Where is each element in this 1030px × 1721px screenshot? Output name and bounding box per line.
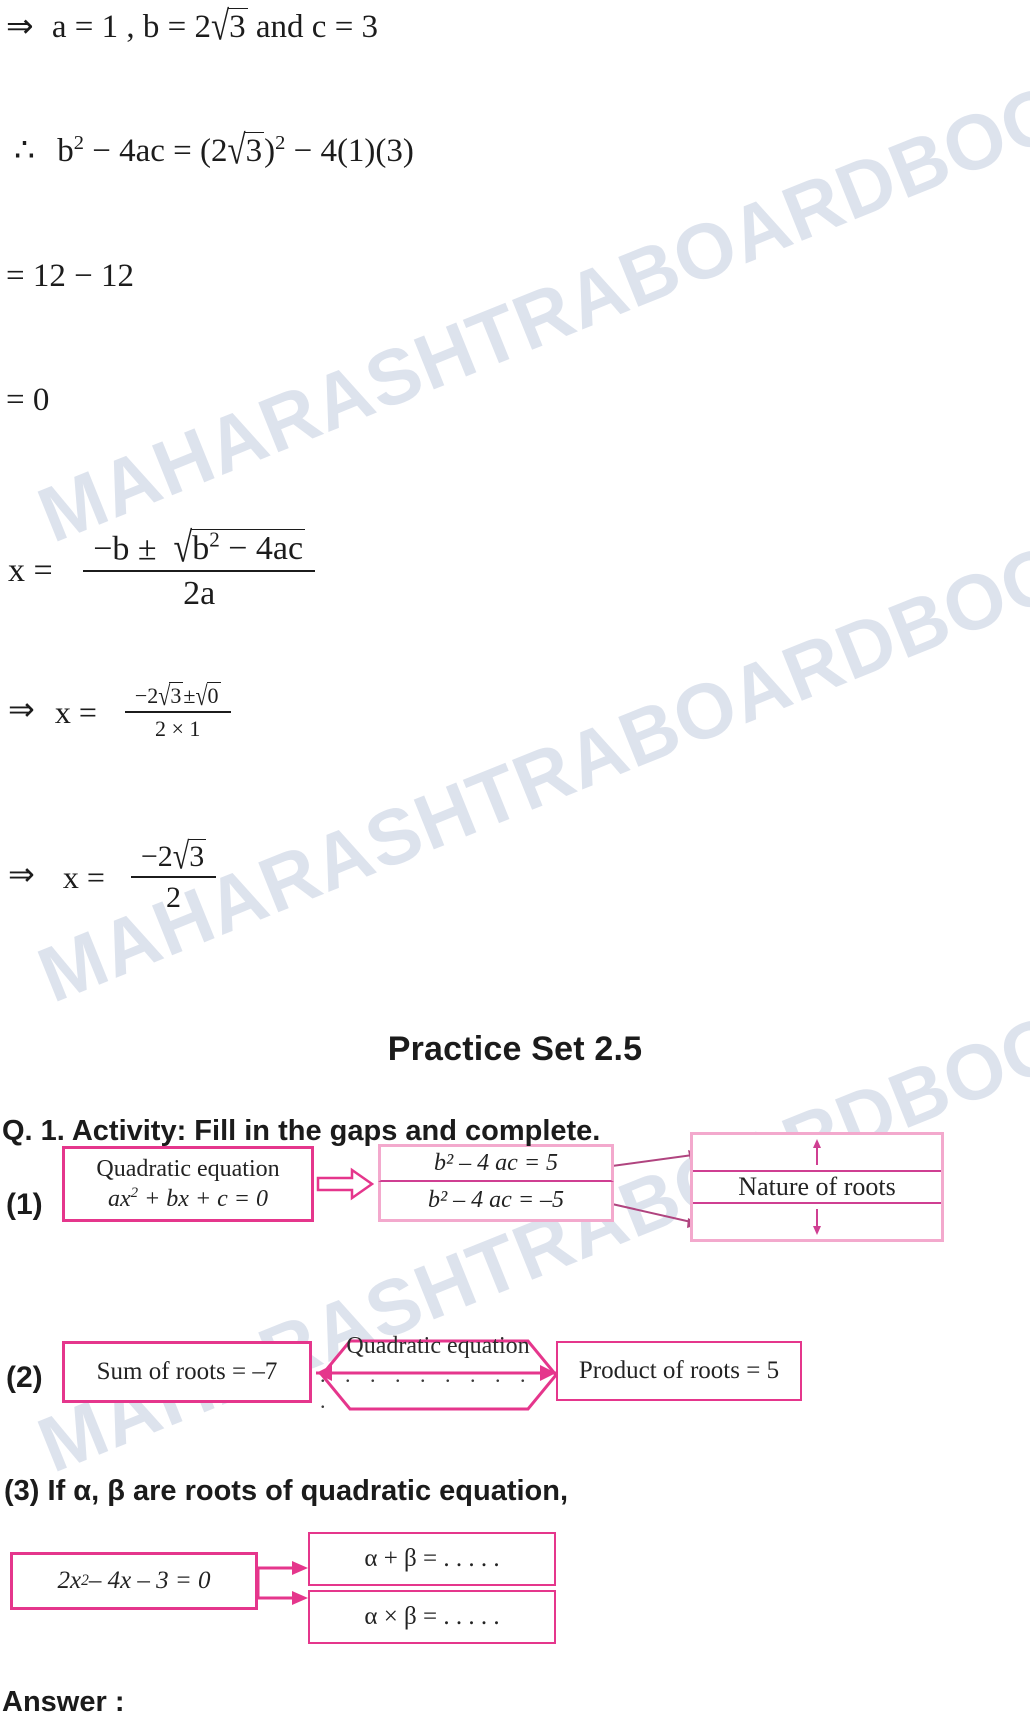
substituted-fraction: −2√3±√0 2 × 1 <box>124 680 231 742</box>
block-arrow-icon <box>316 1167 375 1201</box>
sqrt-group: √0 <box>195 680 221 711</box>
fraction-denominator: 2a <box>83 570 316 613</box>
implies-icon: ⇒ <box>6 9 34 45</box>
step2-tail2: − 4(1)(3) <box>285 133 414 169</box>
up-arrow-icon <box>813 1139 821 1166</box>
final-value: ⇒ x = −2√3 2 <box>8 836 217 915</box>
fraction-denominator: 2 <box>130 876 217 915</box>
discriminant-box-bottom[interactable]: b² – 4 ac = –5 <box>378 1182 614 1222</box>
sqrt-group: √3 <box>158 680 184 711</box>
sqrt-radicand: b2 − 4ac <box>191 528 306 568</box>
numerator-lead: −b ± <box>93 530 157 568</box>
nature-of-roots-cell-top <box>693 1135 941 1170</box>
nature-of-roots-label: Nature of roots <box>693 1169 941 1205</box>
fraction-numerator: −b ± √b2 − 4ac <box>83 526 315 572</box>
question-1-text: Q. 1. Activity: Fill in the gaps and com… <box>2 1115 601 1147</box>
nature-of-roots-cell-bottom <box>693 1204 941 1239</box>
exponent-two: 2 <box>275 132 286 154</box>
exponent-two: 2 <box>73 132 84 154</box>
product-of-roots-box[interactable]: Product of roots = 5 <box>556 1341 802 1401</box>
sqrt-group: √b2 − 4ac <box>174 526 306 572</box>
step2-b: b <box>57 133 74 169</box>
step2-rest: − 4ac = (2 <box>83 133 228 169</box>
page-title: Practice Set 2.5 <box>387 1030 643 1068</box>
quadratic-formula: x = −b ± √b2 − 4ac 2a <box>8 526 316 613</box>
radicand-b: b <box>192 530 210 568</box>
arrow-head-icon <box>292 1561 308 1575</box>
exponent-two: 2 <box>209 528 220 552</box>
solution-step-4: = 0 <box>6 382 50 418</box>
final-fraction: −2√3 2 <box>130 836 217 915</box>
nature-of-roots-box[interactable]: Nature of roots <box>690 1132 944 1242</box>
activity-row-2: (2) Sum of roots = –7 Quadratic equation… <box>0 1333 1030 1445</box>
solution-step-1: ⇒ a = 1 , b = 2√3 and c = 3 <box>6 4 379 49</box>
step1-text: a = 1 , b = 2 <box>51 9 212 45</box>
radicand-rest: − 4ac <box>219 530 304 568</box>
solution-step-3: = 12 − 12 <box>6 258 134 294</box>
sqrt-radicand: 3 <box>244 132 265 169</box>
textbook-page: MAHARASHTRABOARDBOOKS.CO MAHARASHTRABOAR… <box>0 0 1030 1721</box>
watermark-text: MAHARASHTRABOARDBOOKS.CO <box>26 0 1030 560</box>
num-lead: −2 <box>134 683 159 708</box>
arrow-head-icon <box>540 1365 556 1381</box>
activity-row-1: (1) Quadratic equation ax2 + bx + c = 0 … <box>0 1132 1030 1260</box>
fraction-numerator: −2√3±√0 <box>125 680 231 711</box>
activity-row-3-label: If α, β are roots of quadratic equation, <box>47 1475 569 1507</box>
formula-fraction: −b ± √b2 − 4ac 2a <box>83 526 316 613</box>
sqrt-group: √3 <box>173 836 207 877</box>
row2-connectors <box>316 1365 556 1381</box>
sqrt-radicand: 0 <box>206 682 221 708</box>
connector-line <box>611 1203 701 1225</box>
fraction-denominator: 2 × 1 <box>124 711 231 742</box>
sum-of-roots-answer-box[interactable]: α + β = . . . . . <box>308 1532 556 1586</box>
fraction-numerator: −2√3 <box>131 836 216 877</box>
question-3-text: (3) If α, β are roots of quadratic equat… <box>4 1475 568 1508</box>
sqrt-icon: √ <box>172 835 190 877</box>
sqrt-icon: √ <box>227 128 246 174</box>
formula-lhs: x = <box>8 551 53 589</box>
substituted-formula: ⇒ x = −2√3±√0 2 × 1 <box>8 680 231 742</box>
arrow-head-icon <box>292 1591 308 1605</box>
sqrt-group: √3 <box>211 4 248 49</box>
sqrt-icon: √ <box>195 679 208 711</box>
final-lhs: x = <box>62 859 105 895</box>
sqrt-icon: √ <box>211 4 230 50</box>
activity-row-3: 2x 2 – 4x – 3 = 0 α + β = . . . . . α × β… <box>0 1520 1030 1660</box>
discriminant-box-top[interactable]: b² – 4 ac = 5 <box>378 1144 614 1182</box>
product-of-roots-answer-box[interactable]: α × β = . . . . . <box>308 1590 556 1644</box>
activity-row-3-index: (3) <box>4 1475 40 1507</box>
sqrt-group: √3 <box>227 128 265 173</box>
num-lead: −2 <box>140 840 173 873</box>
connector-line <box>611 1153 701 1167</box>
sqrt-radicand: 3 <box>188 839 207 873</box>
substituted-lhs: x = <box>54 694 97 730</box>
connector-line <box>256 1566 296 1600</box>
answer-label: Answer : <box>2 1686 125 1718</box>
therefore-icon: ∴ <box>14 133 35 169</box>
implies-icon: ⇒ <box>8 690 35 727</box>
sqrt-icon: √ <box>173 525 193 572</box>
down-arrow-icon <box>813 1208 821 1235</box>
plus-minus-icon: ± <box>183 683 196 708</box>
arrow-head-icon <box>316 1365 332 1381</box>
solution-step-2: ∴ b2 − 4ac = (2√3)2 − 4(1)(3) <box>14 128 414 173</box>
implies-icon: ⇒ <box>8 855 35 892</box>
step2-close-paren: ) <box>264 133 276 169</box>
sqrt-radicand: 3 <box>169 682 184 708</box>
sqrt-icon: √ <box>158 679 171 711</box>
step1-tail: and c = 3 <box>247 9 379 45</box>
sqrt-radicand: 3 <box>228 8 248 45</box>
